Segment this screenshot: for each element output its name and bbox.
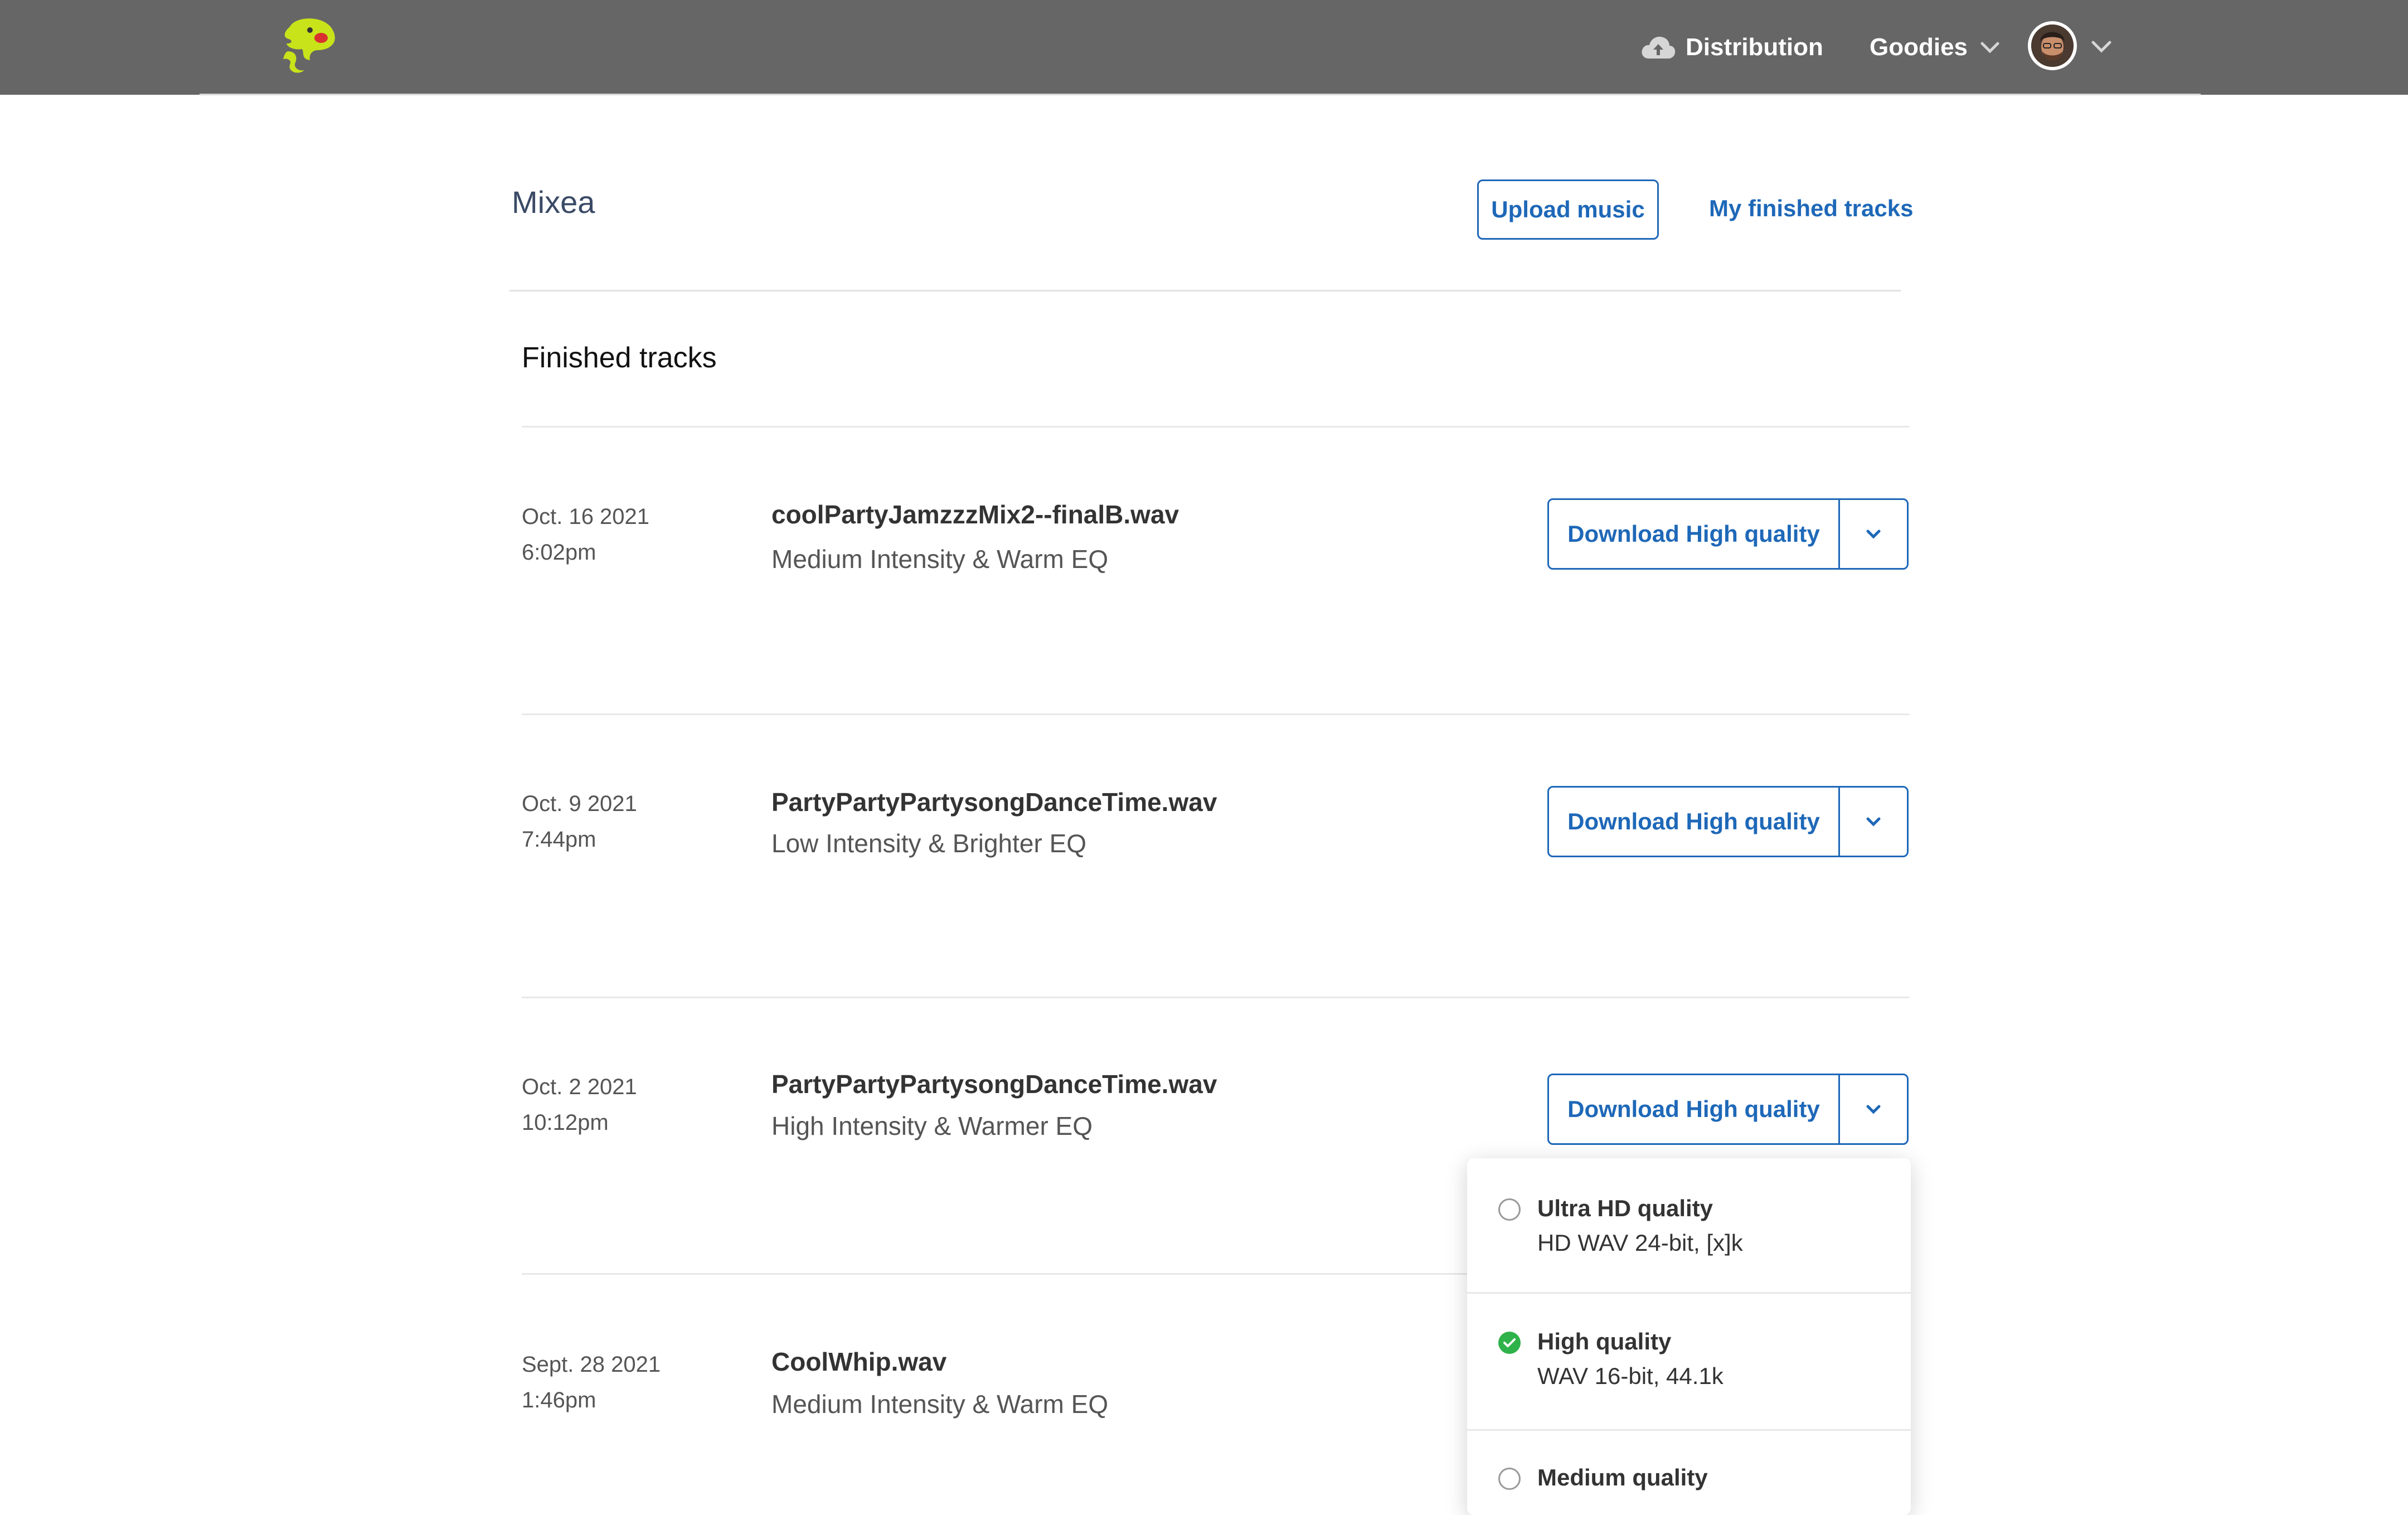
track-date: Sept. 28 2021 1:46pm xyxy=(522,1347,661,1418)
radio-unchecked-icon[interactable] xyxy=(1498,1468,1521,1490)
option-subtitle: WAV 16-bit, 44.1k xyxy=(1537,1363,1724,1389)
track-description: Medium Intensity & Warm EQ xyxy=(771,545,1109,574)
track-time-label: 10:12pm xyxy=(522,1110,609,1135)
section-title: Finished tracks xyxy=(522,342,717,374)
download-button[interactable]: Download High quality xyxy=(1549,500,1840,568)
track-filename: PartyPartyPartysongDanceTime.wav xyxy=(771,788,1217,817)
track-filename: coolPartyJamzzzMix2--finalB.wav xyxy=(771,500,1179,529)
download-options-toggle[interactable] xyxy=(1840,500,1907,568)
nav-divider xyxy=(200,94,2201,95)
quality-option-high[interactable]: High quality WAV 16-bit, 44.1k xyxy=(1467,1294,1911,1429)
quality-option-ultra-hd[interactable]: Ultra HD quality HD WAV 24-bit, [x]k xyxy=(1467,1158,1911,1292)
download-button[interactable]: Download High quality xyxy=(1549,1075,1840,1143)
download-button-group: Download High quality xyxy=(1547,786,1909,857)
track-description: High Intensity & Warmer EQ xyxy=(771,1111,1093,1140)
option-title: High quality xyxy=(1537,1328,1672,1354)
track-time-label: 6:02pm xyxy=(522,540,596,565)
checkmark-icon xyxy=(1503,1338,1516,1347)
track-date-label: Sept. 28 2021 xyxy=(522,1352,661,1377)
track-filename: CoolWhip.wav xyxy=(771,1347,947,1376)
track-description: Low Intensity & Brighter EQ xyxy=(771,829,1087,858)
chevron-down-icon xyxy=(1866,530,1881,539)
quality-option-medium[interactable]: Medium quality xyxy=(1467,1431,1911,1515)
track-date-label: Oct. 2 2021 xyxy=(522,1075,637,1099)
option-title: Medium quality xyxy=(1537,1464,1708,1490)
radio-checked-icon[interactable] xyxy=(1498,1332,1521,1354)
track-date: Oct. 9 2021 7:44pm xyxy=(522,786,637,857)
chevron-down-icon xyxy=(1866,1105,1881,1114)
download-options-toggle[interactable] xyxy=(1840,1075,1907,1143)
chevron-down-icon xyxy=(1866,817,1881,827)
page-title: Mixea xyxy=(512,184,595,220)
track-date-label: Oct. 9 2021 xyxy=(522,792,637,816)
track-time-label: 7:44pm xyxy=(522,827,596,852)
user-avatar[interactable] xyxy=(2028,21,2077,70)
nav-goodies-label: Goodies xyxy=(1870,33,1968,61)
track-date: Oct. 16 2021 6:02pm xyxy=(522,499,649,570)
track-filename: PartyPartyPartysongDanceTime.wav xyxy=(771,1070,1217,1099)
nav-distribution[interactable]: Distribution xyxy=(1641,29,1823,66)
download-button-group: Download High quality xyxy=(1547,498,1909,570)
track-time-label: 1:46pm xyxy=(522,1388,596,1412)
download-button[interactable]: Download High quality xyxy=(1549,788,1840,856)
track-date: Oct. 2 2021 10:12pm xyxy=(522,1069,637,1140)
mixea-logo-icon[interactable] xyxy=(273,16,340,77)
download-options-toggle[interactable] xyxy=(1840,788,1907,856)
cloud-upload-icon xyxy=(1642,36,1676,59)
account-chevron-down-icon[interactable] xyxy=(2090,39,2113,54)
option-subtitle: HD WAV 24-bit, [x]k xyxy=(1537,1230,1743,1256)
chevron-down-icon xyxy=(1980,42,1999,54)
user-photo-icon xyxy=(2031,25,2074,67)
my-finished-tracks-link[interactable]: My finished tracks xyxy=(1709,195,1913,222)
row-divider xyxy=(522,997,1910,998)
option-title: Ultra HD quality xyxy=(1537,1195,1713,1221)
header-divider xyxy=(509,290,1901,292)
track-description: Medium Intensity & Warm EQ xyxy=(771,1390,1109,1419)
row-divider xyxy=(522,426,1910,428)
download-quality-menu: Ultra HD quality HD WAV 24-bit, [x]k Hig… xyxy=(1467,1158,1911,1515)
nav-goodies-menu[interactable]: Goodies xyxy=(1870,29,2000,66)
row-divider xyxy=(522,713,1910,715)
nav-distribution-label: Distribution xyxy=(1686,33,1823,61)
radio-unchecked-icon[interactable] xyxy=(1498,1198,1521,1221)
upload-music-button[interactable]: Upload music xyxy=(1477,179,1659,240)
download-button-group: Download High quality xyxy=(1547,1074,1909,1145)
track-date-label: Oct. 16 2021 xyxy=(522,504,650,529)
